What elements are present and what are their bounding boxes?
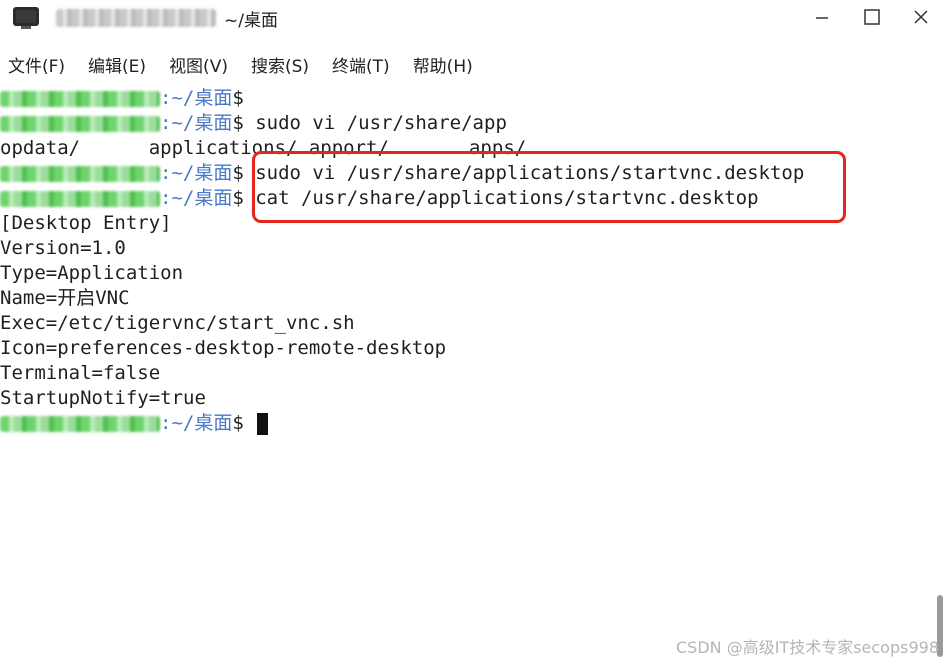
menu-help[interactable]: 帮助(H) bbox=[413, 52, 486, 77]
watermark: CSDN @高级IT技术专家secops998 bbox=[676, 638, 939, 657]
output-line: Icon=preferences-desktop-remote-desktop bbox=[0, 337, 447, 359]
menu-terminal[interactable]: 终端(T) bbox=[332, 52, 403, 77]
redacted-user-host bbox=[0, 165, 160, 182]
title-bar: ~/桌面 bbox=[0, 0, 943, 36]
terminal-line: :~/桌面$ bbox=[0, 86, 244, 111]
output-line: Terminal=false bbox=[0, 362, 161, 384]
output-line: Exec=/etc/tigervnc/start_vnc.sh bbox=[0, 312, 355, 334]
redacted-user-host bbox=[0, 415, 160, 432]
close-icon[interactable] bbox=[905, 4, 937, 30]
redacted-user-host bbox=[0, 115, 160, 132]
terminal-output[interactable]: :~/桌面$ :~/桌面$ sudo vi /usr/share/app opd… bbox=[0, 86, 943, 664]
maximize-icon[interactable] bbox=[856, 4, 888, 30]
prompt-symbol: $ bbox=[232, 187, 244, 209]
prompt-path: :~/桌面 bbox=[160, 112, 233, 134]
text-cursor bbox=[257, 412, 269, 435]
menu-file[interactable]: 文件(F) bbox=[8, 52, 78, 77]
menu-edit[interactable]: 编辑(E) bbox=[88, 52, 159, 77]
prompt-symbol: $ bbox=[232, 112, 244, 134]
terminal-line: :~/桌面$ cat /usr/share/applications/start… bbox=[0, 186, 759, 211]
window-title-host-redacted bbox=[56, 9, 216, 27]
prompt-symbol: $ bbox=[232, 87, 244, 109]
terminal-line: :~/桌面$ sudo vi /usr/share/applications/s… bbox=[0, 161, 804, 186]
terminal-app-icon bbox=[12, 6, 40, 30]
menu-search[interactable]: 搜索(S) bbox=[251, 52, 322, 77]
menu-view[interactable]: 视图(V) bbox=[169, 52, 241, 77]
minimize-icon[interactable] bbox=[806, 4, 838, 30]
redacted-user-host bbox=[0, 190, 160, 207]
prompt-symbol: $ bbox=[232, 162, 244, 184]
redacted-user-host bbox=[0, 90, 160, 107]
output-line: Type=Application bbox=[0, 262, 184, 284]
output-line: [Desktop Entry] bbox=[0, 212, 172, 234]
output-line: Name=开启VNC bbox=[0, 287, 130, 309]
prompt-symbol: $ bbox=[232, 412, 244, 434]
terminal-line: opdata/ applications/ apport/ apps/ bbox=[0, 137, 527, 159]
prompt-path: :~/桌面 bbox=[160, 187, 233, 209]
output-line: StartupNotify=true bbox=[0, 387, 206, 409]
output-line: Version=1.0 bbox=[0, 237, 126, 259]
command-text: sudo vi /usr/share/app bbox=[243, 112, 507, 134]
window-title: ~/桌面 bbox=[224, 11, 278, 31]
menu-bar: 文件(F) 编辑(E) 视图(V) 搜索(S) 终端(T) 帮助(H) bbox=[0, 44, 943, 84]
command-text: cat /usr/share/applications/startvnc.des… bbox=[243, 187, 759, 209]
terminal-line: :~/桌面$ sudo vi /usr/share/app bbox=[0, 111, 507, 136]
terminal-line: :~/桌面$ bbox=[0, 411, 269, 436]
prompt-path: :~/桌面 bbox=[160, 162, 233, 184]
command-text: sudo vi /usr/share/applications/startvnc… bbox=[243, 162, 805, 184]
prompt-path: :~/桌面 bbox=[160, 87, 233, 109]
prompt-path: :~/桌面 bbox=[160, 412, 233, 434]
